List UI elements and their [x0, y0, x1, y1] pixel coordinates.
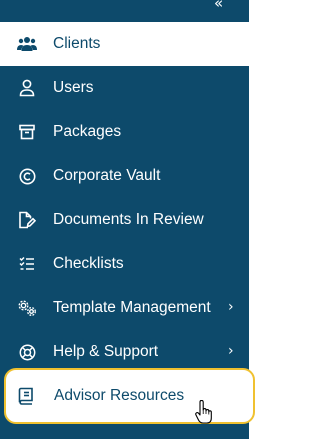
sidebar-item-label: Checklists	[53, 255, 124, 272]
sidebar-item-label: Clients	[53, 35, 101, 52]
sidebar-item-label: Advisor Resources	[54, 387, 185, 404]
collapse-sidebar-button[interactable]: «	[214, 0, 223, 11]
sidebar-item-packages[interactable]: Packages	[0, 110, 249, 154]
sidebar-item-corporate-vault[interactable]: Corporate Vault	[0, 154, 249, 198]
sidebar-item-label: Users	[53, 79, 94, 96]
lifebuoy-icon	[17, 342, 37, 362]
user-icon	[17, 78, 37, 98]
sidebar-item-clients[interactable]: Clients	[0, 22, 249, 66]
sidebar-item-checklists[interactable]: Checklists	[0, 242, 249, 286]
sidebar-item-label: Corporate Vault	[53, 167, 161, 184]
copyright-icon	[17, 166, 37, 186]
book-icon	[18, 387, 36, 407]
sidebar-item-label: Help & Support	[53, 343, 159, 360]
checklist-icon	[17, 254, 37, 274]
archive-box-icon	[17, 122, 37, 142]
sidebar-item-documents-in-review[interactable]: Documents In Review	[0, 198, 249, 242]
sidebar-item-label: Documents In Review	[53, 211, 204, 228]
hand-cursor-icon	[195, 400, 212, 424]
users-group-icon	[17, 34, 37, 54]
document-edit-icon	[17, 210, 37, 230]
sidebar-item-users[interactable]: Users	[0, 66, 249, 110]
gears-icon	[17, 298, 37, 318]
sidebar-item-label: Template Management	[53, 299, 211, 316]
sidebar-item-label: Packages	[53, 123, 122, 140]
sidebar-item-advisor-resources[interactable]: Advisor Resources	[4, 368, 255, 424]
chevron-right-icon: ›	[228, 343, 234, 360]
sidebar-item-template-management[interactable]: Template Management ›	[0, 286, 249, 330]
chevron-right-icon: ›	[228, 299, 234, 316]
